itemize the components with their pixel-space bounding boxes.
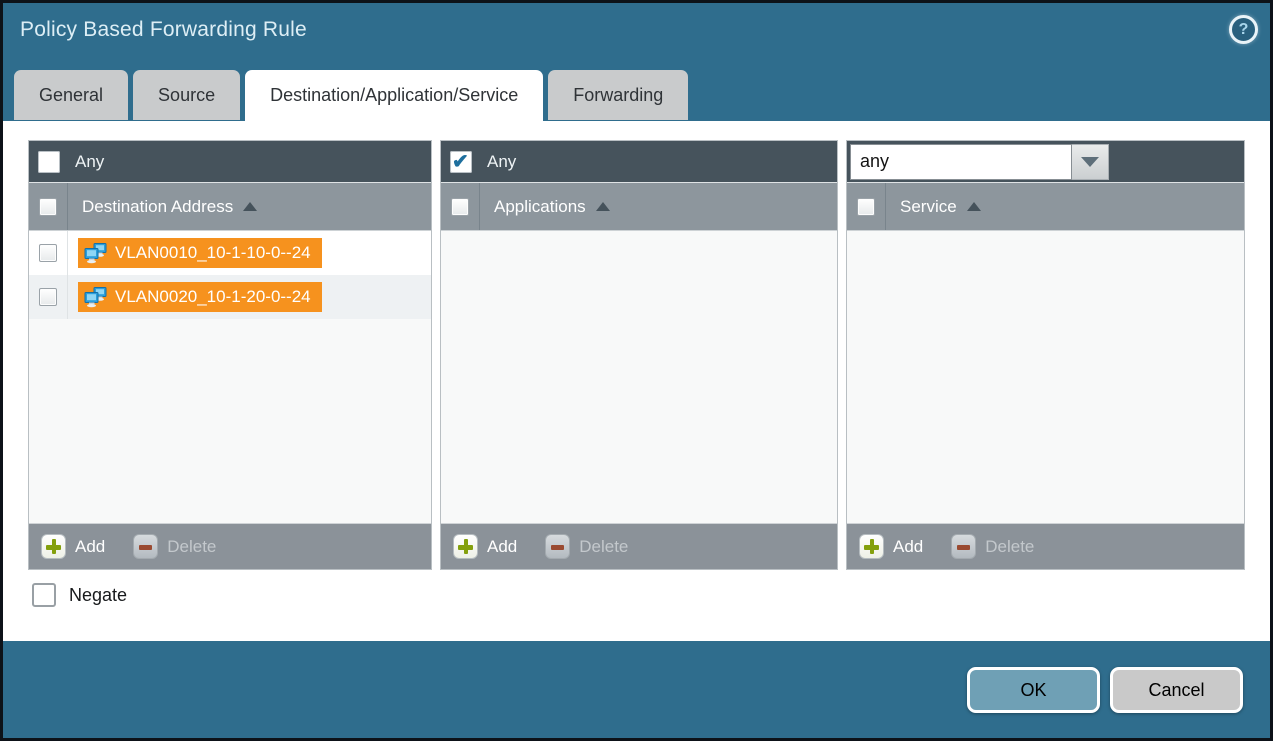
tab-destination-application-service[interactable]: Destination/Application/Service (245, 70, 543, 121)
address-object-label: VLAN0010_10-1-10-0--24 (115, 243, 311, 263)
address-object-chip[interactable]: VLAN0010_10-1-10-0--24 (78, 238, 322, 268)
plus-icon (453, 534, 478, 559)
service-select-all-checkbox[interactable] (857, 198, 875, 216)
table-row[interactable]: VLAN0010_10-1-10-0--24 (29, 231, 431, 275)
service-column-header: Service (847, 183, 1244, 231)
address-object-chip[interactable]: VLAN0020_10-1-20-0--24 (78, 282, 322, 312)
destination-any-checkbox[interactable] (38, 151, 60, 173)
dialog-title: Policy Based Forwarding Rule (20, 18, 307, 42)
destination-any-header: Any (29, 141, 431, 183)
service-list (847, 231, 1244, 523)
applications-column[interactable]: Applications (494, 183, 610, 230)
applications-any-header: Any (441, 141, 837, 183)
ok-button[interactable]: OK (967, 667, 1100, 713)
applications-panel: Any Applications Add Delete (440, 140, 838, 570)
applications-list (441, 231, 837, 523)
delete-button[interactable]: Delete (545, 534, 628, 559)
minus-icon (951, 534, 976, 559)
destination-toolbar: Add Delete (29, 523, 431, 569)
plus-icon (859, 534, 884, 559)
chevron-down-icon (1081, 157, 1099, 167)
applications-toolbar: Add Delete (441, 523, 837, 569)
cancel-button[interactable]: Cancel (1110, 667, 1243, 713)
destination-list: VLAN0010_10-1-10-0--24 VLAN0020_10-1-20-… (29, 231, 431, 523)
destination-select-all-checkbox[interactable] (39, 198, 57, 216)
service-panel: any Service Add Delete (846, 140, 1245, 570)
help-icon[interactable]: ? (1229, 15, 1258, 44)
service-type-select: any (850, 144, 1109, 180)
sort-ascending-icon (243, 202, 257, 211)
tab-bar: General Source Destination/Application/S… (14, 70, 688, 121)
applications-column-header: Applications (441, 183, 837, 231)
sort-ascending-icon (596, 202, 610, 211)
applications-select-all-checkbox[interactable] (451, 198, 469, 216)
tab-source[interactable]: Source (133, 70, 240, 120)
negate-control: Negate (32, 583, 127, 607)
applications-any-label: Any (487, 152, 516, 172)
applications-any-checkbox[interactable] (450, 151, 472, 173)
destination-address-column[interactable]: Destination Address (82, 183, 257, 230)
address-object-icon (84, 243, 108, 264)
service-dropdown-header: any (847, 141, 1244, 183)
row-checkbox[interactable] (39, 244, 57, 262)
service-column[interactable]: Service (900, 183, 981, 230)
destination-column-header: Destination Address (29, 183, 431, 231)
minus-icon (133, 534, 158, 559)
delete-button[interactable]: Delete (951, 534, 1034, 559)
dropdown-button[interactable] (1072, 144, 1109, 180)
negate-checkbox[interactable] (32, 583, 56, 607)
add-button[interactable]: Add (859, 534, 923, 559)
tab-general[interactable]: General (14, 70, 128, 120)
table-row[interactable]: VLAN0020_10-1-20-0--24 (29, 275, 431, 319)
address-object-icon (84, 287, 108, 308)
add-button[interactable]: Add (41, 534, 105, 559)
minus-icon (545, 534, 570, 559)
sort-ascending-icon (967, 202, 981, 211)
add-button[interactable]: Add (453, 534, 517, 559)
delete-button[interactable]: Delete (133, 534, 216, 559)
address-object-label: VLAN0020_10-1-20-0--24 (115, 287, 311, 307)
destination-panel: Any Destination Address VLA (28, 140, 432, 570)
plus-icon (41, 534, 66, 559)
service-toolbar: Add Delete (847, 523, 1244, 569)
negate-label: Negate (69, 585, 127, 606)
destination-any-label: Any (75, 152, 104, 172)
tab-forwarding[interactable]: Forwarding (548, 70, 688, 120)
row-checkbox[interactable] (39, 288, 57, 306)
service-type-value[interactable]: any (850, 144, 1072, 180)
